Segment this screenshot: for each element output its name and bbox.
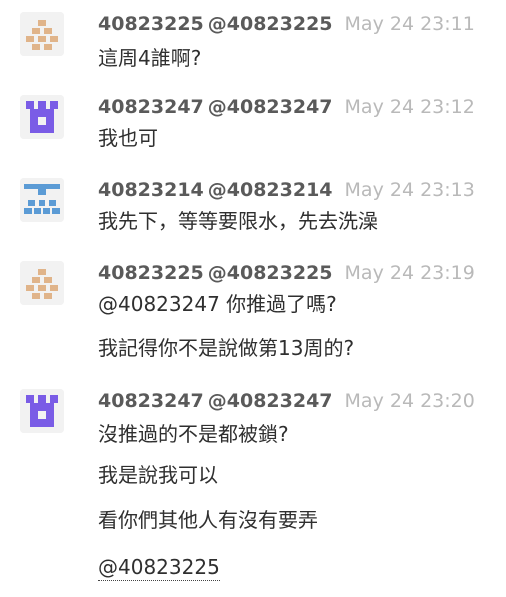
message-header: 40823247 @40823247 May 24 23:20 xyxy=(98,389,475,413)
avatar[interactable] xyxy=(20,178,64,222)
message-header: 40823225 @40823225 May 24 23:19 xyxy=(98,261,475,285)
avatar[interactable] xyxy=(20,95,64,139)
message-header: 40823247 @40823247 May 24 23:12 xyxy=(98,95,475,119)
mention-link[interactable]: @40823225 xyxy=(98,553,220,581)
message-text: 這周4誰啊? xyxy=(98,46,202,70)
identicon-purple-icon xyxy=(20,389,64,433)
message-header: 40823225 @40823225 May 24 23:11 xyxy=(98,12,475,36)
username[interactable]: 40823247 xyxy=(98,390,204,412)
identicon-orange-icon xyxy=(20,12,64,56)
timestamp: May 24 23:11 xyxy=(344,13,475,35)
message-header: 40823214 @40823214 May 24 23:13 xyxy=(98,178,475,202)
identicon-orange-icon xyxy=(20,261,64,305)
username[interactable]: 40823225 xyxy=(98,262,204,284)
avatar[interactable] xyxy=(20,12,64,56)
message-text: 沒推過的不是都被鎖? xyxy=(98,422,289,446)
username[interactable]: 40823247 xyxy=(98,96,204,118)
message-text: 看你們其他人有沒有要弄 xyxy=(98,508,318,532)
username[interactable]: 40823225 xyxy=(98,13,204,35)
user-handle[interactable]: @40823225 xyxy=(208,13,333,35)
message-text: @40823247 你推過了嗎? xyxy=(98,292,337,316)
identicon-blue-icon xyxy=(20,178,64,222)
user-handle[interactable]: @40823247 xyxy=(208,96,333,118)
message-text: 我是說我可以 xyxy=(98,463,218,487)
identicon-purple-icon xyxy=(20,95,64,139)
user-handle[interactable]: @40823214 xyxy=(208,179,333,201)
mention-text[interactable]: @40823225 xyxy=(98,555,220,581)
avatar[interactable] xyxy=(20,261,64,305)
message-text: 我也可 xyxy=(98,126,158,150)
timestamp: May 24 23:19 xyxy=(344,262,475,284)
timestamp: May 24 23:12 xyxy=(344,96,475,118)
user-handle[interactable]: @40823247 xyxy=(208,390,333,412)
timestamp: May 24 23:13 xyxy=(344,179,475,201)
timestamp: May 24 23:20 xyxy=(344,390,475,412)
message-text: 我記得你不是說做第13周的? xyxy=(98,336,355,360)
avatar[interactable] xyxy=(20,389,64,433)
user-handle[interactable]: @40823225 xyxy=(208,262,333,284)
message-text: 我先下，等等要限水，先去洗澡 xyxy=(98,209,378,233)
username[interactable]: 40823214 xyxy=(98,179,204,201)
